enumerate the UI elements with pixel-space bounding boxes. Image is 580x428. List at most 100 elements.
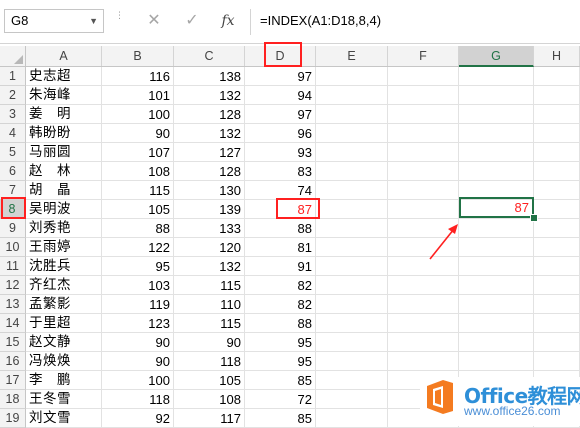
insert-function-button[interactable]: fx (214, 9, 242, 33)
cell-e12[interactable] (316, 276, 388, 295)
cell-f4[interactable] (388, 124, 459, 143)
cell-g5[interactable] (459, 143, 534, 162)
row-header[interactable]: 10 (0, 238, 26, 257)
cell-a18[interactable]: 王冬雪 (26, 390, 102, 409)
cell-c10[interactable]: 120 (174, 238, 245, 257)
column-header-f[interactable]: F (388, 46, 459, 66)
cell-g13[interactable] (459, 295, 534, 314)
cell-h4[interactable] (534, 124, 580, 143)
cell-c19[interactable]: 117 (174, 409, 245, 428)
row-header[interactable]: 17 (0, 371, 26, 390)
cell-g10[interactable] (459, 238, 534, 257)
cell-h13[interactable] (534, 295, 580, 314)
column-header-d[interactable]: D (245, 46, 316, 66)
row-header[interactable]: 2 (0, 86, 26, 105)
select-all-corner[interactable] (0, 46, 26, 66)
row-header[interactable]: 13 (0, 295, 26, 314)
cell-a8[interactable]: 吴明波 (26, 200, 102, 219)
cell-c1[interactable]: 138 (174, 67, 245, 86)
cell-e18[interactable] (316, 390, 388, 409)
cell-b7[interactable]: 115 (102, 181, 174, 200)
cell-e4[interactable] (316, 124, 388, 143)
cell-g1[interactable] (459, 67, 534, 86)
cell-h16[interactable] (534, 352, 580, 371)
row-header[interactable]: 19 (0, 409, 26, 428)
cell-a15[interactable]: 赵文静 (26, 333, 102, 352)
cell-a12[interactable]: 齐红杰 (26, 276, 102, 295)
name-box[interactable]: G8 ▼ (4, 9, 104, 33)
column-header-h[interactable]: H (534, 46, 580, 66)
cell-h2[interactable] (534, 86, 580, 105)
cell-h7[interactable] (534, 181, 580, 200)
cancel-formula-button[interactable]: ✕ (140, 9, 168, 33)
cell-a10[interactable]: 王雨婷 (26, 238, 102, 257)
cell-c9[interactable]: 133 (174, 219, 245, 238)
cell-b6[interactable]: 108 (102, 162, 174, 181)
cell-d6[interactable]: 83 (245, 162, 316, 181)
column-header-b[interactable]: B (102, 46, 174, 66)
cell-d4[interactable]: 96 (245, 124, 316, 143)
cell-d11[interactable]: 91 (245, 257, 316, 276)
row-header[interactable]: 8 (0, 200, 26, 219)
cell-g12[interactable] (459, 276, 534, 295)
column-header-a[interactable]: A (26, 46, 102, 66)
cell-c6[interactable]: 128 (174, 162, 245, 181)
cell-a7[interactable]: 胡 晶 (26, 181, 102, 200)
cell-f7[interactable] (388, 181, 459, 200)
cell-h15[interactable] (534, 333, 580, 352)
cell-f1[interactable] (388, 67, 459, 86)
cell-d1[interactable]: 97 (245, 67, 316, 86)
cell-d9[interactable]: 88 (245, 219, 316, 238)
cell-c17[interactable]: 105 (174, 371, 245, 390)
cell-c3[interactable]: 128 (174, 105, 245, 124)
cell-h10[interactable] (534, 238, 580, 257)
cell-a3[interactable]: 姜 明 (26, 105, 102, 124)
cell-e6[interactable] (316, 162, 388, 181)
cell-e5[interactable] (316, 143, 388, 162)
cell-c13[interactable]: 110 (174, 295, 245, 314)
cell-d14[interactable]: 88 (245, 314, 316, 333)
cell-c14[interactable]: 115 (174, 314, 245, 333)
cell-a19[interactable]: 刘文雪 (26, 409, 102, 428)
cell-h1[interactable] (534, 67, 580, 86)
cell-d15[interactable]: 95 (245, 333, 316, 352)
cell-b14[interactable]: 123 (102, 314, 174, 333)
row-header[interactable]: 15 (0, 333, 26, 352)
cell-a14[interactable]: 于里超 (26, 314, 102, 333)
cell-d8[interactable]: 87 (245, 200, 316, 219)
cell-d7[interactable]: 74 (245, 181, 316, 200)
row-header[interactable]: 6 (0, 162, 26, 181)
cell-e8[interactable] (316, 200, 388, 219)
cell-e16[interactable] (316, 352, 388, 371)
cell-b1[interactable]: 116 (102, 67, 174, 86)
cell-e17[interactable] (316, 371, 388, 390)
row-header[interactable]: 7 (0, 181, 26, 200)
cell-a5[interactable]: 马丽圆 (26, 143, 102, 162)
cell-e7[interactable] (316, 181, 388, 200)
row-header[interactable]: 9 (0, 219, 26, 238)
cell-b10[interactable]: 122 (102, 238, 174, 257)
cell-d12[interactable]: 82 (245, 276, 316, 295)
cell-b8[interactable]: 105 (102, 200, 174, 219)
cell-d3[interactable]: 97 (245, 105, 316, 124)
cell-c11[interactable]: 132 (174, 257, 245, 276)
row-header[interactable]: 18 (0, 390, 26, 409)
drag-handle-icon[interactable]: ⋮ (115, 11, 124, 29)
cell-c4[interactable]: 132 (174, 124, 245, 143)
cell-g3[interactable] (459, 105, 534, 124)
cell-d19[interactable]: 85 (245, 409, 316, 428)
cell-f15[interactable] (388, 333, 459, 352)
column-header-g[interactable]: G (459, 46, 534, 67)
cell-f5[interactable] (388, 143, 459, 162)
cell-b9[interactable]: 88 (102, 219, 174, 238)
cell-e19[interactable] (316, 409, 388, 428)
cell-h9[interactable] (534, 219, 580, 238)
cell-c18[interactable]: 108 (174, 390, 245, 409)
cell-h11[interactable] (534, 257, 580, 276)
cell-h5[interactable] (534, 143, 580, 162)
cell-b12[interactable]: 103 (102, 276, 174, 295)
cell-b5[interactable]: 107 (102, 143, 174, 162)
cell-d10[interactable]: 81 (245, 238, 316, 257)
cell-b19[interactable]: 92 (102, 409, 174, 428)
cell-g6[interactable] (459, 162, 534, 181)
